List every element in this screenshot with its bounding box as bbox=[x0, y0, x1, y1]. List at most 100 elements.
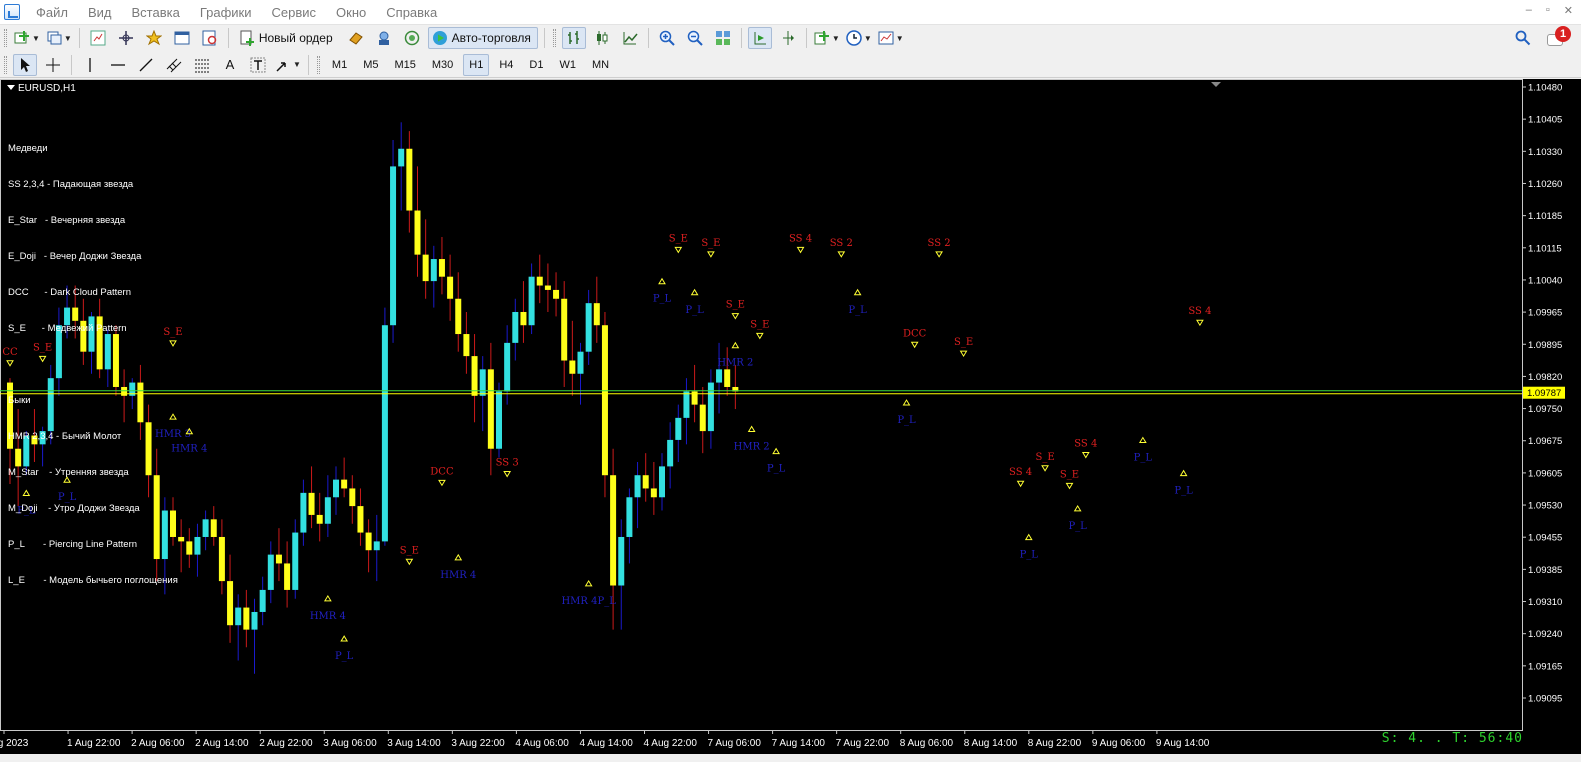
candle-body bbox=[593, 303, 600, 326]
down-arrow-icon bbox=[1041, 465, 1049, 472]
candle-body bbox=[520, 311, 527, 326]
menu-file[interactable]: Файл bbox=[26, 0, 78, 25]
vertical-line-button[interactable] bbox=[78, 54, 102, 76]
timeframe-w1[interactable]: W1 bbox=[553, 54, 582, 76]
horizontal-line-button[interactable] bbox=[106, 54, 130, 76]
candle-body bbox=[699, 404, 706, 432]
timeframe-h4[interactable]: H4 bbox=[493, 54, 519, 76]
zoom-in-button[interactable] bbox=[655, 27, 679, 49]
timeframe-m5[interactable]: M5 bbox=[357, 54, 384, 76]
indicators-button[interactable]: ▼ bbox=[813, 27, 841, 49]
notifications-button[interactable]: 1 bbox=[1545, 26, 1571, 50]
toolbar-separator bbox=[740, 28, 742, 48]
candle-body bbox=[626, 497, 633, 537]
bar-chart-button[interactable] bbox=[561, 27, 586, 49]
menu-tools[interactable]: Сервис bbox=[262, 0, 327, 25]
autotrading-label: Авто-торговля bbox=[451, 31, 531, 45]
metaeditor-button[interactable] bbox=[344, 27, 368, 49]
autotrading-button[interactable]: Авто-торговля bbox=[427, 27, 538, 49]
chart-window[interactable]: CC S_E P_L P_L S_E HMR 3 HMR 4 DCC SS 3 HMR 4 S_E H… bbox=[0, 79, 1581, 754]
close-button[interactable]: ✕ bbox=[1564, 4, 1573, 17]
cursor-button[interactable] bbox=[13, 53, 37, 76]
up-arrow-icon bbox=[853, 288, 862, 296]
candle-body bbox=[561, 298, 568, 361]
chart-shift-icon bbox=[780, 30, 796, 46]
fibonacci-button[interactable] bbox=[190, 54, 214, 76]
chart-symbol-title[interactable]: EURUSD,H1 bbox=[7, 83, 76, 94]
market-watch-button[interactable] bbox=[86, 27, 110, 49]
toolbar-grip[interactable] bbox=[4, 29, 7, 47]
arrows-button[interactable]: ▼ bbox=[274, 54, 302, 76]
autoscroll-button[interactable] bbox=[747, 27, 772, 49]
up-arrow-icon bbox=[1179, 469, 1188, 477]
candle-body bbox=[316, 514, 323, 524]
vps-button[interactable] bbox=[400, 27, 424, 49]
periods-button[interactable]: ▼ bbox=[845, 27, 873, 49]
text-button[interactable]: A bbox=[218, 54, 242, 76]
candle-body bbox=[275, 554, 282, 564]
search-button[interactable] bbox=[1511, 27, 1535, 49]
strategy-tester-button[interactable] bbox=[198, 27, 222, 49]
candlestick-chart[interactable]: CC S_EP_LP_LS_EHMR 3HMR 4DCCSS 3HMR 4S_EH… bbox=[0, 79, 1581, 754]
zoom-out-button[interactable] bbox=[683, 27, 707, 49]
minimize-button[interactable]: – bbox=[1526, 4, 1532, 17]
candle-body bbox=[292, 532, 299, 590]
line-chart-button[interactable] bbox=[618, 27, 642, 49]
candle-body bbox=[390, 166, 397, 326]
candle-body bbox=[267, 554, 274, 590]
toolbar-grip[interactable] bbox=[4, 55, 7, 74]
down-arrow-icon bbox=[731, 313, 740, 320]
down-arrow-icon bbox=[674, 246, 683, 254]
restore-button[interactable]: ▫ bbox=[1546, 4, 1550, 17]
price-tick-label: 1.10330 bbox=[1528, 147, 1562, 158]
menu-view[interactable]: Вид bbox=[78, 0, 122, 25]
timeframe-m15[interactable]: M15 bbox=[388, 54, 421, 76]
terminal-button[interactable] bbox=[170, 27, 194, 49]
text-a-icon: A bbox=[225, 56, 235, 72]
menu-insert[interactable]: Вставка bbox=[122, 0, 190, 25]
time-tick-label: 8 Aug 22:00 bbox=[1028, 738, 1082, 749]
text-label-button[interactable] bbox=[246, 54, 270, 76]
timeframe-h1[interactable]: H1 bbox=[463, 53, 490, 76]
menu-charts[interactable]: Графики bbox=[190, 0, 262, 25]
chart-shift-button[interactable] bbox=[776, 27, 800, 49]
templates-button[interactable]: ▼ bbox=[877, 27, 905, 49]
timeframe-m30[interactable]: M30 bbox=[426, 54, 459, 76]
candlestick-chart-button[interactable] bbox=[590, 27, 614, 49]
toolbar-grip[interactable] bbox=[316, 55, 320, 74]
data-window-button[interactable] bbox=[114, 27, 138, 49]
timeframe-d1[interactable]: D1 bbox=[523, 54, 549, 76]
candle-body bbox=[683, 391, 690, 418]
up-arrow-icon bbox=[747, 425, 756, 433]
price-tick-label: 1.09240 bbox=[1528, 629, 1562, 640]
new-order-button[interactable]: Новый ордер bbox=[235, 27, 340, 49]
tile-windows-button[interactable] bbox=[711, 27, 735, 49]
legend-item: L_E - Модель бычьего поглощения bbox=[8, 575, 178, 586]
navigator-button[interactable] bbox=[142, 27, 166, 49]
pattern-label: SS 4 bbox=[1074, 439, 1097, 450]
toolbar-separator bbox=[805, 28, 807, 48]
candle-body bbox=[218, 536, 225, 582]
vps-icon bbox=[404, 30, 420, 46]
profiles-icon bbox=[46, 30, 62, 46]
profiles-button[interactable]: ▼ bbox=[45, 27, 73, 49]
menu-window[interactable]: Окно bbox=[326, 0, 376, 25]
price-tick-label: 1.09895 bbox=[1528, 340, 1562, 351]
up-arrow-icon bbox=[584, 579, 593, 587]
up-arrow-icon bbox=[1024, 533, 1033, 541]
timeframe-m1[interactable]: M1 bbox=[326, 54, 353, 76]
timeframe-mn[interactable]: MN bbox=[586, 54, 615, 76]
new-chart-button[interactable]: ▼ bbox=[13, 27, 41, 49]
candle-body bbox=[194, 536, 201, 555]
menu-help[interactable]: Справка bbox=[376, 0, 447, 25]
legend-item: E_Doji - Вечер Доджи Звезда bbox=[8, 251, 142, 262]
signals-button[interactable] bbox=[372, 27, 396, 49]
legend-item: M_Doji - Утро Доджи Звезда bbox=[8, 503, 140, 514]
time-tick-label: 1 Aug 2023 bbox=[0, 738, 29, 749]
line-studies-toolbar: A ▼ M1 M5 M15 M30 H1 H4 D1 W1 MN bbox=[0, 52, 1581, 78]
trendline-button[interactable] bbox=[134, 54, 158, 76]
toolbar-grip[interactable] bbox=[552, 29, 556, 47]
crosshair-button[interactable] bbox=[41, 54, 65, 76]
equidistant-channel-button[interactable] bbox=[162, 54, 186, 76]
candle-body bbox=[430, 259, 437, 282]
